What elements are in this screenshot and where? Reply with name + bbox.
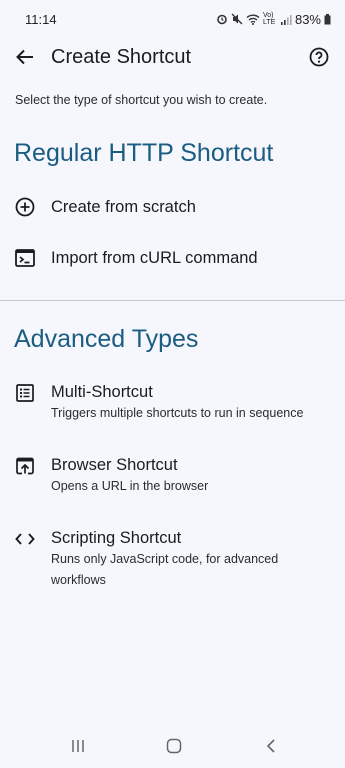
import-curl-label: Import from cURL command [51,249,258,267]
recent-apps-icon [72,740,84,752]
back-chevron-icon [266,739,275,753]
alarm-icon [217,14,227,25]
multi-shortcut-item[interactable]: Multi-Shortcut Triggers multiple shortcu… [0,380,345,428]
section-divider [0,300,345,301]
status-icons: Vo) LTE 83% [216,12,331,27]
section-title-regular: Regular HTTP Shortcut [14,139,274,167]
help-button[interactable] [305,43,333,71]
battery-icon [324,13,331,24]
signal-icon [280,14,292,25]
back-nav-button[interactable] [259,736,283,756]
network-label: Vo) LTE [262,12,276,26]
status-bar: 11:14 Vo) LTE 83% [0,0,345,38]
create-from-scratch-label: Create from scratch [51,198,196,216]
mute-icon [231,13,243,25]
scripting-shortcut-item[interactable]: Scripting Shortcut Runs only JavaScript … [0,526,345,594]
multi-shortcut-label: Multi-Shortcut [51,383,153,401]
section-title-advanced: Advanced Types [14,325,199,353]
home-icon [166,738,182,754]
system-nav-bar [0,724,345,768]
recent-apps-button[interactable] [66,736,90,756]
wifi-icon [246,14,260,25]
back-button[interactable] [10,42,40,72]
app-bar: Create Shortcut [0,38,345,76]
page-title: Create Shortcut [51,45,192,68]
intro-text: Select the type of shortcut you wish to … [15,93,268,107]
browser-shortcut-item[interactable]: Browser Shortcut Opens a URL in the brow… [0,453,345,501]
code-icon [14,528,36,550]
status-time: 11:14 [25,11,57,27]
add-circle-icon [14,196,36,218]
browser-shortcut-desc: Opens a URL in the browser [51,479,209,493]
create-from-scratch-item[interactable]: Create from scratch [0,188,345,226]
browser-shortcut-label: Browser Shortcut [51,456,178,474]
multi-shortcut-desc: Triggers multiple shortcuts to run in se… [51,406,304,420]
scripting-shortcut-label: Scripting Shortcut [51,529,182,547]
back-arrow-icon [16,49,33,65]
import-curl-item[interactable]: Import from cURL command [0,239,345,277]
battery-percent: 83% [294,11,321,27]
list-icon [14,382,36,404]
open-in-browser-icon [14,455,36,477]
scripting-shortcut-desc: Runs only JavaScript code, for advanced … [51,552,279,587]
terminal-icon [14,247,36,269]
home-button[interactable] [162,736,186,756]
help-icon [309,47,329,67]
